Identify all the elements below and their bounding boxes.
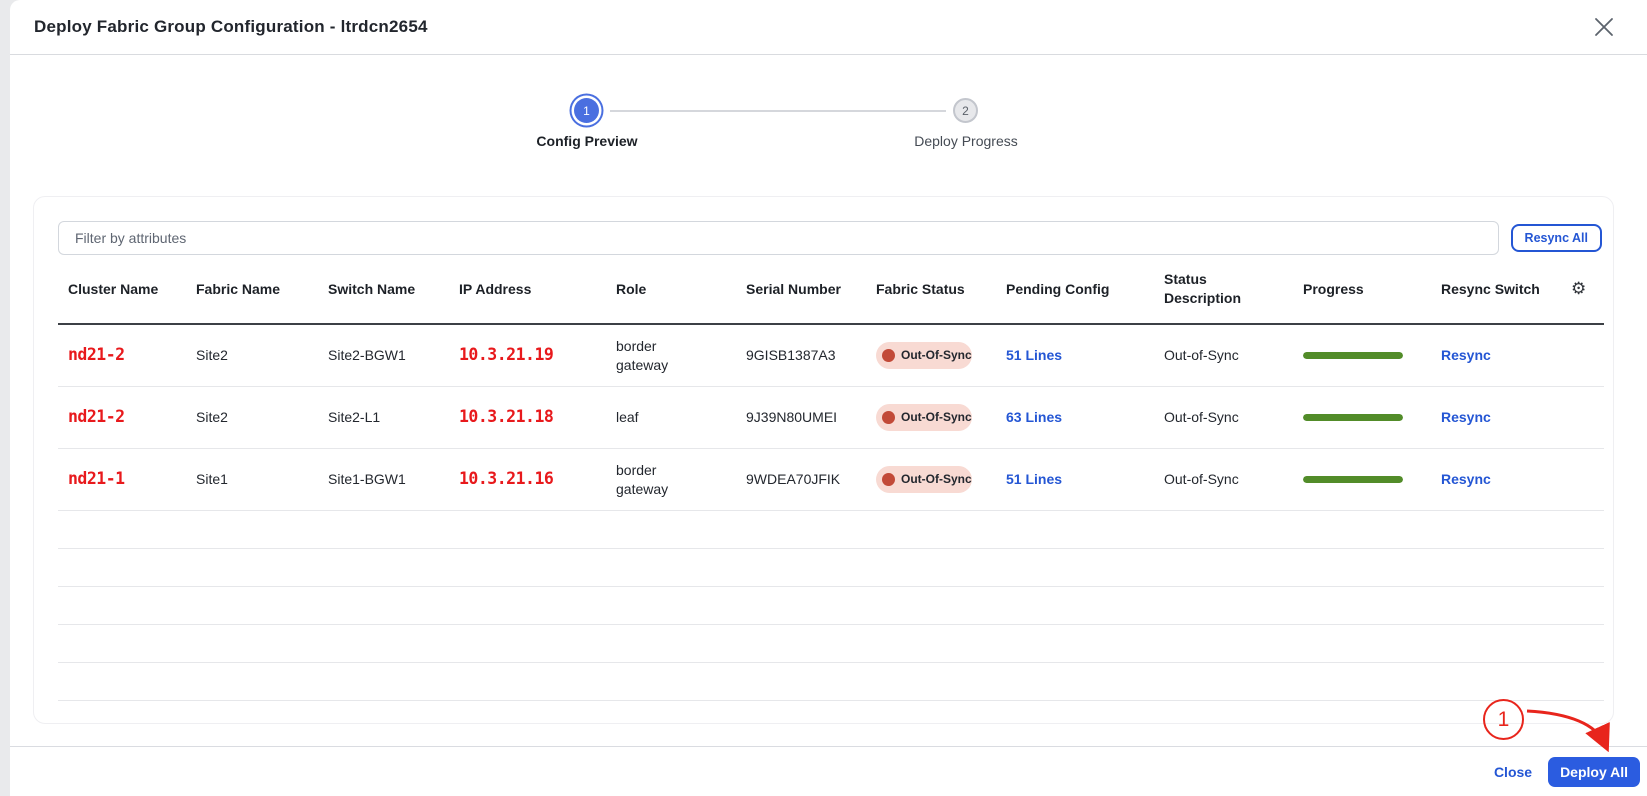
filter-input[interactable]	[58, 221, 1499, 255]
column-header: Fabric Name	[186, 280, 318, 299]
deploy-all-button[interactable]: Deploy All	[1548, 757, 1640, 787]
empty-table-row	[58, 663, 1604, 701]
cell-serial-number: 9WDEA70JFIK	[736, 470, 866, 489]
cell-fabric-status: Out-Of-Sync	[866, 466, 996, 492]
table-empty-rows	[58, 511, 1602, 701]
status-dot-icon	[882, 411, 895, 424]
step-2-circle[interactable]: 2	[953, 98, 978, 123]
cell-serial-number: 9J39N80UMEI	[736, 408, 866, 427]
column-header: Cluster Name	[58, 280, 186, 299]
cell-status-description: Out-of-Sync	[1154, 470, 1293, 489]
column-header: Serial Number	[736, 280, 866, 299]
cell-fabric-name: Site2	[186, 346, 318, 365]
close-button[interactable]: Close	[1494, 764, 1532, 780]
empty-table-row	[58, 625, 1604, 663]
progress-bar-fill	[1303, 352, 1403, 359]
pending-config-link[interactable]: 51 Lines	[996, 346, 1154, 365]
cell-role: border gateway	[606, 461, 701, 499]
table-row[interactable]: nd21-2 Site2 Site2-L1 10.3.21.18 leaf 9J…	[58, 387, 1604, 449]
status-badge-label: Out-Of-Sync	[901, 471, 972, 487]
cell-switch-name: Site2-BGW1	[318, 346, 449, 365]
modal-title: Deploy Fabric Group Configuration - ltrd…	[34, 17, 428, 37]
config-preview-card: Resync All Cluster NameFabric NameSwitch…	[33, 196, 1614, 724]
deploy-config-modal: Deploy Fabric Group Configuration - ltrd…	[10, 0, 1647, 796]
table-row[interactable]: nd21-1 Site1 Site1-BGW1 10.3.21.16 borde…	[58, 449, 1604, 511]
table-settings-gear-icon[interactable]: ⚙	[1561, 278, 1604, 301]
progress-bar	[1303, 476, 1403, 483]
column-header: Pending Config	[996, 280, 1154, 299]
pending-config-link[interactable]: 51 Lines	[996, 470, 1154, 489]
empty-table-row	[58, 587, 1604, 625]
cell-switch-name: Site1-BGW1	[318, 470, 449, 489]
resync-switch-link[interactable]: Resync	[1431, 408, 1561, 427]
progress-bar-fill	[1303, 414, 1403, 421]
status-dot-icon	[882, 349, 895, 362]
pending-config-link[interactable]: 63 Lines	[996, 408, 1154, 427]
resync-switch-link[interactable]: Resync	[1431, 346, 1561, 365]
modal-header: Deploy Fabric Group Configuration - ltrd…	[10, 0, 1647, 55]
cell-status-description: Out-of-Sync	[1154, 346, 1293, 365]
column-header: Role	[606, 280, 736, 299]
table-row[interactable]: nd21-2 Site2 Site2-BGW1 10.3.21.19 borde…	[58, 325, 1604, 387]
cell-fabric-status: Out-Of-Sync	[866, 404, 996, 430]
step-1-circle[interactable]: 1	[574, 98, 599, 123]
step-1-label: Config Preview	[477, 133, 697, 149]
cell-fabric-status: Out-Of-Sync	[866, 342, 996, 368]
column-header: IP Address	[449, 280, 606, 299]
empty-table-row	[58, 511, 1604, 549]
annotation-step-circle: 1	[1483, 699, 1524, 740]
cell-cluster-name: nd21-1	[58, 468, 186, 490]
cell-serial-number: 9GISB1387A3	[736, 346, 866, 365]
status-badge: Out-Of-Sync	[876, 404, 972, 430]
cell-status-description: Out-of-Sync	[1154, 408, 1293, 427]
status-badge: Out-Of-Sync	[876, 466, 972, 492]
cell-ip-address: 10.3.21.16	[449, 468, 606, 490]
modal-footer: Close Deploy All	[10, 746, 1647, 796]
close-icon[interactable]	[1591, 14, 1617, 40]
column-header: Switch Name	[318, 280, 449, 299]
resync-all-button[interactable]: Resync All	[1511, 224, 1602, 252]
progress-bar	[1303, 414, 1403, 421]
cell-cluster-name: nd21-2	[58, 406, 186, 428]
cell-cluster-name: nd21-2	[58, 344, 186, 366]
table-header-row: Cluster NameFabric NameSwitch NameIP Add…	[58, 255, 1604, 325]
cell-role: leaf	[606, 408, 701, 427]
column-header: Progress	[1293, 280, 1431, 299]
status-badge: Out-Of-Sync	[876, 342, 972, 368]
cell-ip-address: 10.3.21.18	[449, 406, 606, 428]
table-toolbar: Resync All	[58, 221, 1602, 255]
cell-progress	[1293, 476, 1431, 483]
stepper-connector-line	[610, 110, 946, 112]
resync-switch-link[interactable]: Resync	[1431, 470, 1561, 489]
cell-role: border gateway	[606, 337, 701, 375]
cell-ip-address: 10.3.21.19	[449, 344, 606, 366]
column-header: Resync Switch	[1431, 280, 1561, 299]
status-badge-label: Out-Of-Sync	[901, 347, 972, 363]
status-dot-icon	[882, 473, 895, 486]
cell-fabric-name: Site1	[186, 470, 318, 489]
cell-progress	[1293, 352, 1431, 359]
step-2-label: Deploy Progress	[856, 133, 1076, 149]
progress-bar-fill	[1303, 476, 1403, 483]
cell-fabric-name: Site2	[186, 408, 318, 427]
empty-table-row	[58, 549, 1604, 587]
status-badge-label: Out-Of-Sync	[901, 409, 972, 425]
table-body: nd21-2 Site2 Site2-BGW1 10.3.21.19 borde…	[58, 325, 1602, 511]
cell-switch-name: Site2-L1	[318, 408, 449, 427]
column-header: Status Description	[1154, 270, 1259, 308]
column-header: Fabric Status	[866, 280, 996, 299]
progress-bar	[1303, 352, 1403, 359]
cell-progress	[1293, 414, 1431, 421]
